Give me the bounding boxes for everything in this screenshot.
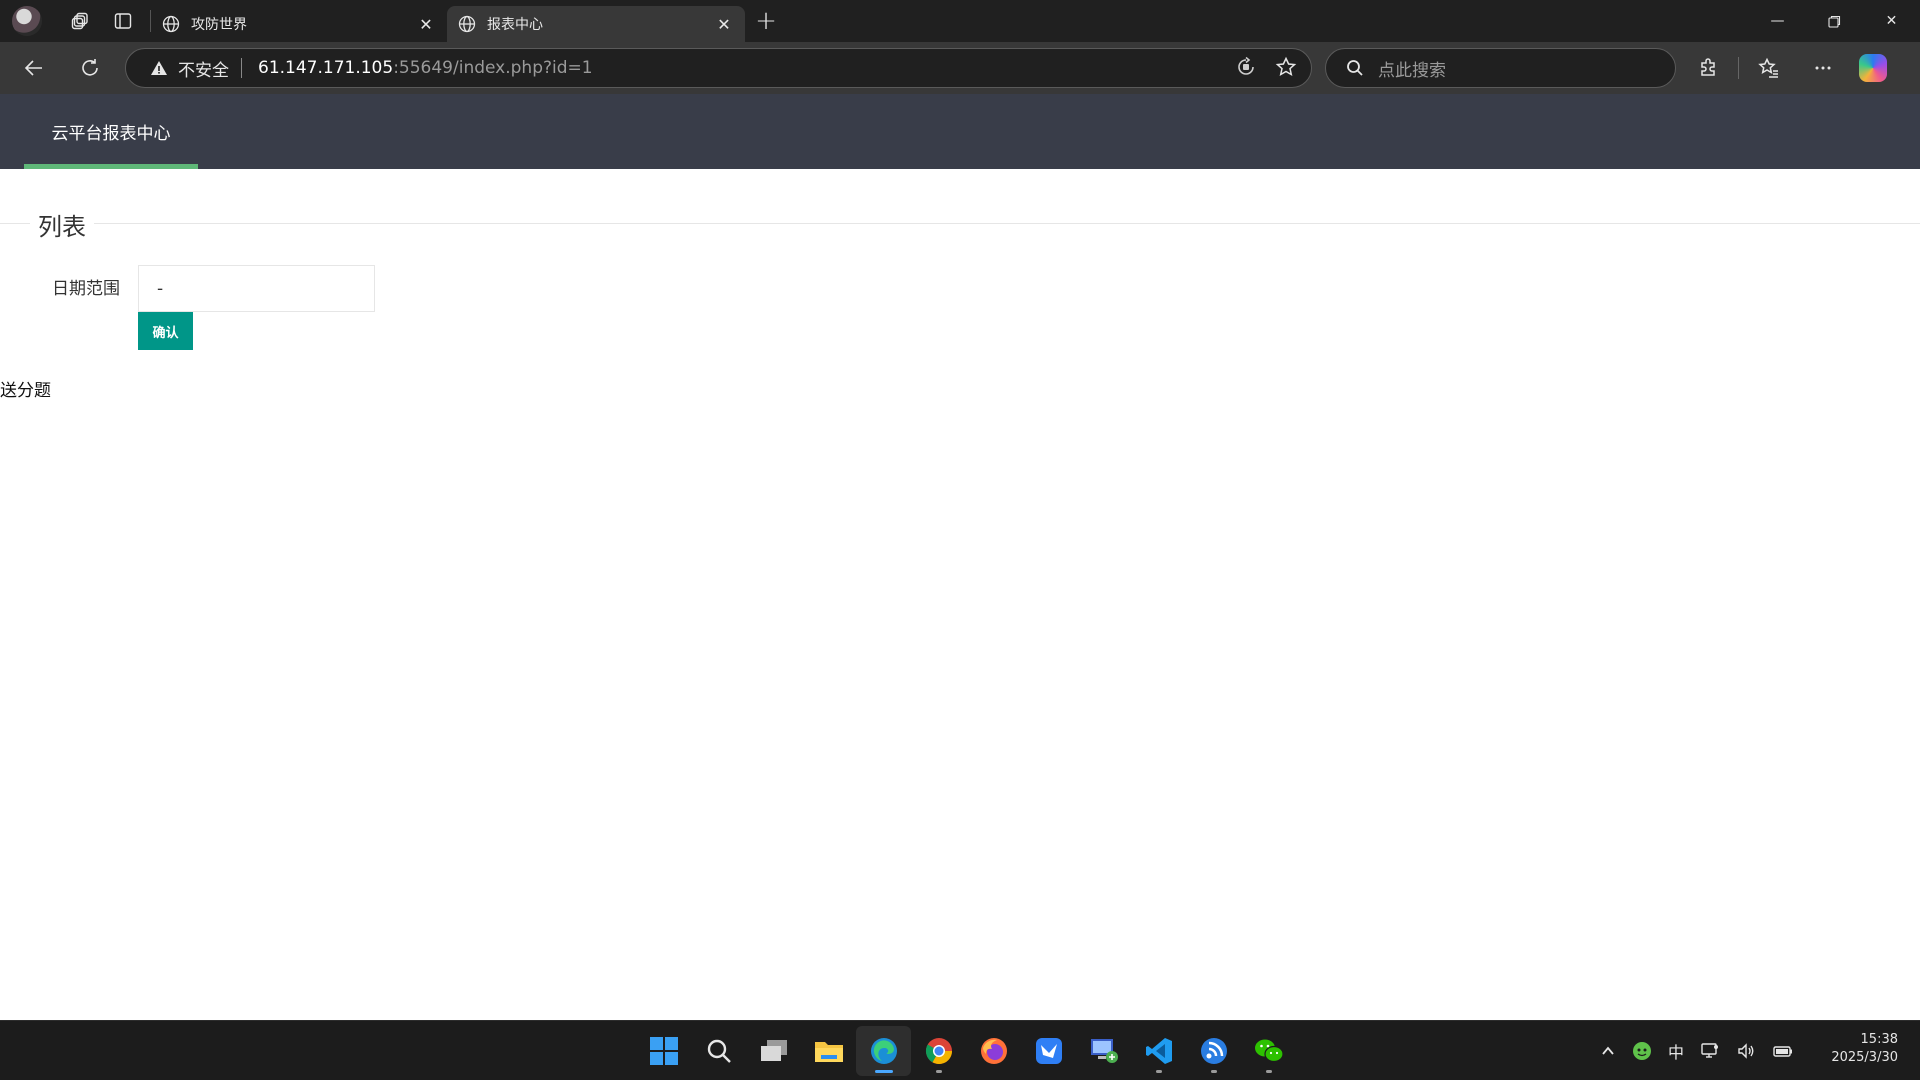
nav-active-indicator (24, 164, 198, 169)
running-indicator (935, 1070, 942, 1073)
browser-tab-strip: 攻防世界 ✕ 报表中心 ✕ + — ✕ (0, 0, 1920, 42)
taskbar-apps (636, 1021, 1296, 1080)
extensions-icon[interactable] (1690, 50, 1726, 86)
tab-title: 攻防世界 (191, 17, 247, 33)
running-indicator (1155, 1070, 1162, 1073)
clock-time: 15:38 (1860, 1032, 1898, 1047)
toolbar-divider (1738, 57, 1739, 79)
globe-icon (161, 14, 181, 34)
system-tray: 中 (1600, 1021, 1810, 1080)
back-icon[interactable] (16, 50, 52, 86)
result-text: 送分题 (0, 381, 51, 401)
start-icon[interactable] (636, 1026, 691, 1076)
tab-actions-icon[interactable] (102, 0, 144, 42)
chevron-up-icon[interactable] (1600, 1043, 1616, 1059)
confirm-button[interactable]: 确认 (138, 312, 193, 350)
running-indicator (874, 1070, 893, 1073)
ime-indicator[interactable]: 中 (1668, 1039, 1684, 1063)
vscode-icon[interactable] (1131, 1026, 1186, 1076)
date-range-input[interactable] (138, 265, 375, 312)
wechat-icon[interactable] (1241, 1026, 1296, 1076)
tab-gongfang[interactable]: 攻防世界 ✕ (151, 6, 447, 42)
read-aloud-icon[interactable] (1235, 56, 1257, 83)
copilot-icon[interactable] (1859, 54, 1887, 82)
nav-item-report-center[interactable]: 云平台报表中心 (24, 94, 198, 169)
date-range-label: 日期范围 (52, 279, 120, 299)
running-indicator (1210, 1070, 1217, 1073)
network-tool-icon[interactable] (1186, 1026, 1241, 1076)
warning-icon (151, 61, 167, 75)
window-controls: — ✕ (1749, 0, 1920, 42)
running-indicator (1265, 1070, 1272, 1073)
close-window-icon[interactable]: ✕ (1863, 0, 1920, 42)
url-path: :55649/index.php?id=1 (393, 58, 593, 78)
minimize-icon[interactable]: — (1749, 0, 1806, 42)
workspaces-icon[interactable] (60, 0, 102, 42)
profile-avatar[interactable] (12, 6, 42, 36)
favorites-icon[interactable] (1751, 50, 1787, 86)
tab-title: 报表中心 (487, 17, 543, 33)
taskbar-clock[interactable]: 15:38 2025/3/30 (1831, 1031, 1898, 1067)
close-tab-icon[interactable]: ✕ (713, 13, 735, 35)
feishu-app-icon[interactable] (1021, 1026, 1076, 1076)
tray-app-icon[interactable] (1632, 1041, 1652, 1061)
edge-browser-icon[interactable] (856, 1026, 911, 1076)
more-options-icon[interactable] (1805, 50, 1841, 86)
chrome-icon[interactable] (911, 1026, 966, 1076)
url-host: 61.147.171.105 (258, 58, 394, 78)
network-icon[interactable] (1700, 1041, 1720, 1061)
toolbar-right (1690, 50, 1887, 86)
taskbar-search-icon[interactable] (691, 1026, 746, 1076)
address-actions (1235, 49, 1297, 89)
fieldset-border (0, 223, 1920, 224)
globe-icon (457, 14, 477, 34)
close-tab-icon[interactable]: ✕ (415, 13, 437, 35)
favorite-star-icon[interactable] (1275, 56, 1297, 83)
firefox-icon[interactable] (966, 1026, 1021, 1076)
task-view-icon[interactable] (746, 1026, 801, 1076)
new-tab-button[interactable]: + (745, 0, 787, 42)
volume-icon[interactable] (1736, 1041, 1756, 1061)
search-box[interactable]: 点此搜索 (1325, 48, 1676, 88)
site-navbar: 云平台报表中心 (0, 94, 1920, 169)
security-label[interactable]: 不安全 (178, 56, 229, 81)
search-placeholder: 点此搜索 (1378, 60, 1446, 81)
tab-report-center[interactable]: 报表中心 ✕ (447, 6, 745, 42)
reload-icon[interactable] (72, 50, 108, 86)
browser-toolbar: 不安全 61.147.171.105:55649/index.php?id=1 … (0, 42, 1920, 94)
battery-icon[interactable] (1772, 1041, 1794, 1061)
search-icon (1347, 60, 1363, 76)
clock-date: 2025/3/30 (1831, 1050, 1898, 1065)
file-explorer-icon[interactable] (801, 1026, 856, 1076)
address-bar[interactable]: 不安全 61.147.171.105:55649/index.php?id=1 (125, 48, 1312, 88)
restore-icon[interactable] (1806, 0, 1863, 42)
fieldset-legend: 列表 (30, 207, 94, 242)
os-taskbar: 中 15:38 2025/3/30 (0, 1020, 1920, 1080)
address-divider (241, 58, 242, 78)
remote-desktop-icon[interactable] (1076, 1026, 1131, 1076)
